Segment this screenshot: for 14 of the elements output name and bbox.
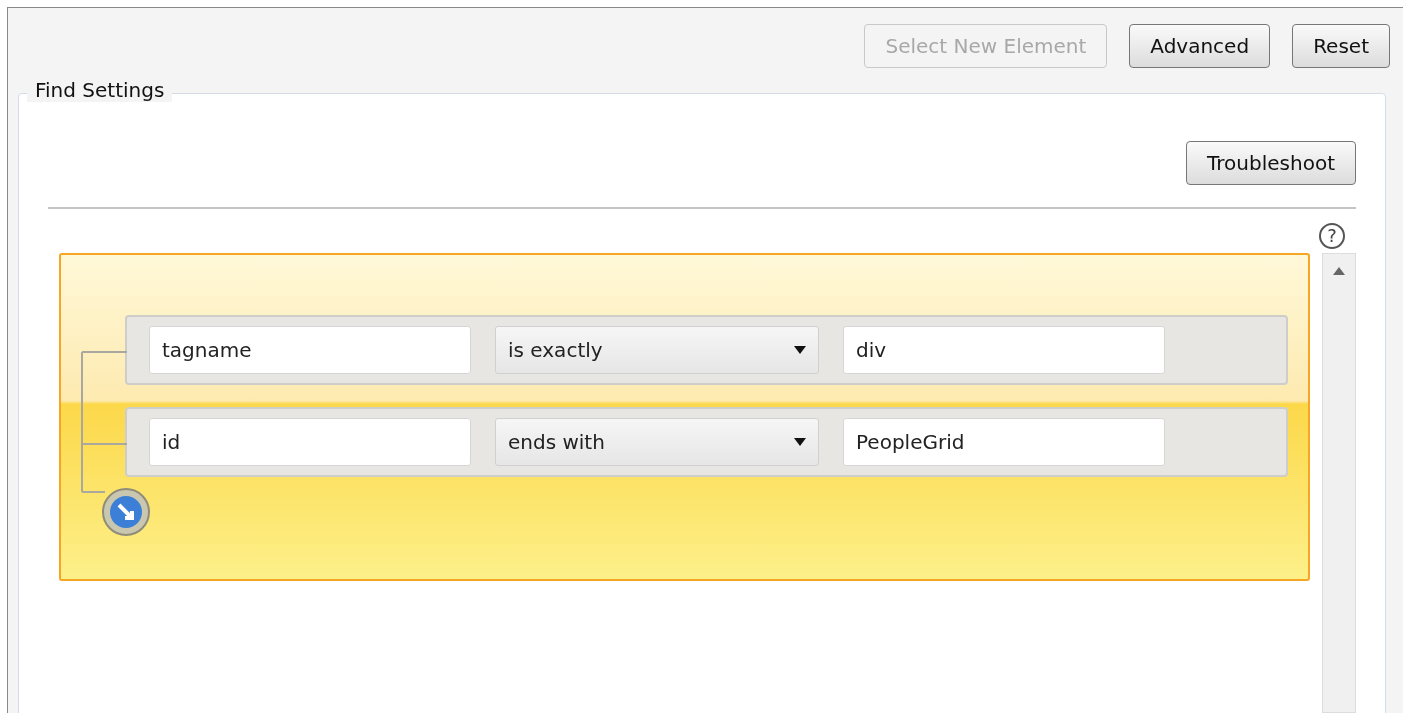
dropdown-arrow-icon xyxy=(794,345,806,355)
attribute-field[interactable]: id xyxy=(149,418,471,466)
attribute-field[interactable]: tagname xyxy=(149,326,471,374)
scrollbar[interactable] xyxy=(1322,253,1356,713)
toolbar-button[interactable]: Reset xyxy=(1292,24,1390,68)
dropdown-arrow-icon xyxy=(794,437,806,447)
scroll-up-arrow-icon[interactable] xyxy=(1332,266,1346,276)
operator-dropdown[interactable]: ends with xyxy=(495,418,819,466)
troubleshoot-button[interactable]: Troubleshoot xyxy=(1186,141,1356,185)
operator-dropdown[interactable]: is exactly xyxy=(495,326,819,374)
value-field[interactable]: div xyxy=(843,326,1165,374)
help-icon[interactable]: ? xyxy=(1319,223,1345,249)
toolbar-button[interactable]: Advanced xyxy=(1129,24,1271,68)
value-field[interactable]: PeopleGrid xyxy=(843,418,1165,466)
